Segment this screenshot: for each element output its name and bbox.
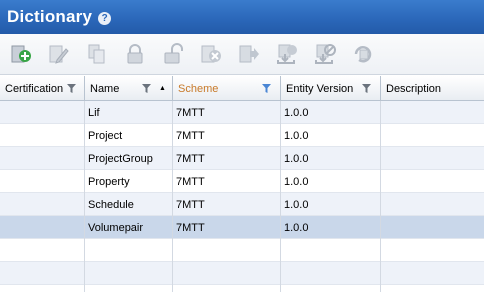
approve-download-button[interactable] bbox=[273, 40, 301, 68]
cell-scheme: 7MTT bbox=[176, 152, 205, 165]
cell-description bbox=[381, 216, 484, 239]
column-divider bbox=[84, 101, 85, 292]
cell-description bbox=[381, 193, 484, 216]
cell-scheme: 7MTT bbox=[176, 106, 205, 119]
cell-certification bbox=[0, 147, 85, 170]
cell-name: Lif bbox=[88, 106, 100, 119]
revision-icon bbox=[354, 46, 372, 63]
table-row[interactable]: Project 7MTT 1.0.0 bbox=[0, 124, 484, 147]
cell-certification bbox=[0, 216, 85, 239]
column-header-name[interactable]: Name ▲ bbox=[85, 76, 173, 101]
column-label: Description bbox=[386, 82, 442, 95]
column-header-scheme[interactable]: Scheme bbox=[173, 76, 281, 101]
cell-name: Volumepair bbox=[88, 221, 144, 234]
cell-name: ProjectGroup bbox=[88, 152, 153, 165]
table-row[interactable]: Lif 7MTT 1.0.0 bbox=[0, 101, 484, 124]
add-icon bbox=[11, 45, 31, 63]
column-label: Name bbox=[90, 82, 120, 95]
cell-entity-version: 1.0.0 bbox=[284, 221, 309, 234]
filter-icon[interactable] bbox=[362, 84, 371, 93]
column-label: Scheme bbox=[178, 82, 219, 95]
cell-certification bbox=[0, 193, 85, 216]
revision-button[interactable] bbox=[349, 40, 377, 68]
cell-certification bbox=[0, 101, 85, 124]
export-button[interactable] bbox=[235, 40, 263, 68]
cell-name: Property bbox=[88, 175, 130, 188]
add-button[interactable] bbox=[7, 40, 35, 68]
cell-entity-version: 1.0.0 bbox=[284, 152, 309, 165]
column-label: Entity Version bbox=[286, 82, 354, 95]
cell-description bbox=[381, 147, 484, 170]
toolbar bbox=[0, 34, 484, 75]
cell-certification bbox=[0, 124, 85, 147]
help-icon[interactable]: ? bbox=[98, 11, 112, 25]
column-divider bbox=[172, 101, 173, 292]
copy-icon bbox=[88, 44, 105, 64]
cell-entity-version: 1.0.0 bbox=[284, 129, 309, 142]
page-title: Dictionary bbox=[7, 7, 93, 26]
column-divider bbox=[280, 101, 281, 292]
column-divider bbox=[380, 101, 381, 292]
filter-icon[interactable] bbox=[142, 84, 151, 93]
cell-certification bbox=[0, 170, 85, 193]
dictionary-grid: Certification Name ▲ Scheme Entity Versi… bbox=[0, 76, 484, 292]
edit-icon bbox=[49, 45, 69, 64]
unlock-icon bbox=[164, 43, 183, 64]
cell-scheme: 7MTT bbox=[176, 198, 205, 211]
approve-download-icon bbox=[277, 44, 297, 64]
block-download-icon bbox=[315, 44, 336, 64]
lock-icon bbox=[127, 44, 143, 64]
cell-scheme: 7MTT bbox=[176, 175, 205, 188]
table-row[interactable]: Schedule 7MTT 1.0.0 bbox=[0, 193, 484, 216]
cell-entity-version: 1.0.0 bbox=[284, 106, 309, 119]
column-header-certification[interactable]: Certification bbox=[0, 76, 85, 101]
cell-scheme: 7MTT bbox=[176, 221, 205, 234]
cell-name: Schedule bbox=[88, 198, 134, 211]
grid-header: Certification Name ▲ Scheme Entity Versi… bbox=[0, 76, 484, 101]
lock-button[interactable] bbox=[121, 40, 149, 68]
sort-ascending-icon[interactable]: ▲ bbox=[159, 85, 166, 92]
delete-icon bbox=[201, 45, 221, 63]
empty-row bbox=[0, 262, 484, 285]
cell-scheme: 7MTT bbox=[176, 129, 205, 142]
cell-entity-version: 1.0.0 bbox=[284, 175, 309, 188]
empty-row bbox=[0, 239, 484, 262]
column-label: Certification bbox=[5, 82, 64, 95]
cell-entity-version: 1.0.0 bbox=[284, 198, 309, 211]
table-row-selected[interactable]: Volumepair 7MTT 1.0.0 bbox=[0, 216, 484, 239]
filter-icon[interactable] bbox=[67, 84, 76, 93]
export-icon bbox=[239, 45, 259, 63]
cell-description bbox=[381, 101, 484, 124]
column-header-entity-version[interactable]: Entity Version bbox=[281, 76, 381, 101]
cell-description bbox=[381, 170, 484, 193]
block-download-button[interactable] bbox=[311, 40, 339, 68]
copy-button[interactable] bbox=[83, 40, 111, 68]
edit-button[interactable] bbox=[45, 40, 73, 68]
title-bar: Dictionary ? bbox=[0, 0, 484, 34]
cell-name: Project bbox=[88, 129, 123, 142]
unlock-button[interactable] bbox=[159, 40, 187, 68]
column-header-description[interactable]: Description bbox=[381, 76, 484, 101]
table-row[interactable]: ProjectGroup 7MTT 1.0.0 bbox=[0, 147, 484, 170]
delete-button[interactable] bbox=[197, 40, 225, 68]
table-row[interactable]: Property 7MTT 1.0.0 bbox=[0, 170, 484, 193]
filter-active-icon[interactable] bbox=[262, 84, 271, 93]
cell-description bbox=[381, 124, 484, 147]
